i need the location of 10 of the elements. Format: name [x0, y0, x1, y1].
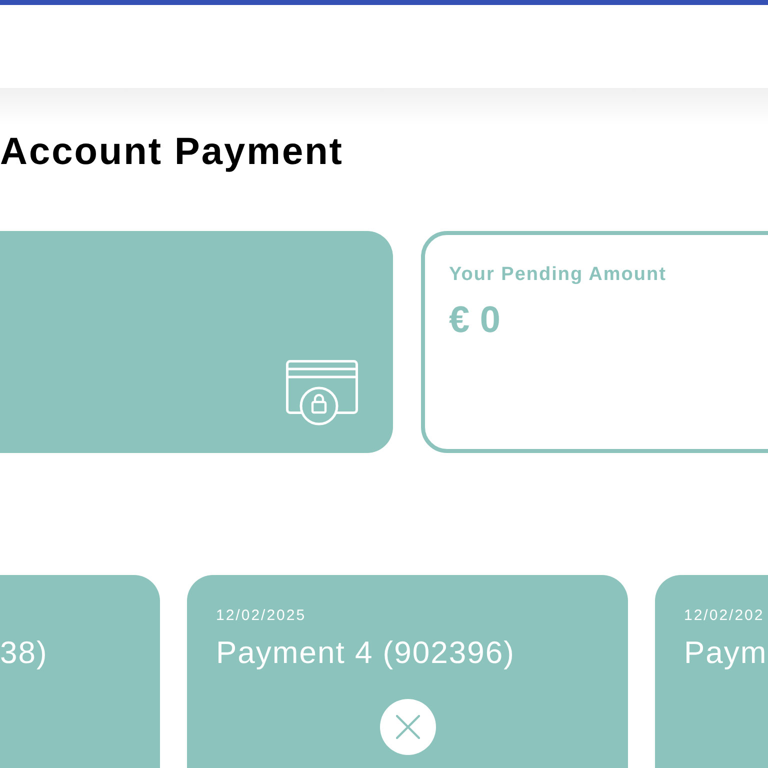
- payment-date: 12/02/202: [684, 607, 764, 625]
- payment-title: 38): [0, 634, 48, 672]
- payment-date: 12/02/2025: [216, 607, 306, 625]
- card-lock-icon: [286, 360, 358, 426]
- page-title: Account Payment: [0, 130, 344, 174]
- payment-title: Payment 4 (902396): [216, 634, 515, 672]
- pending-amount-label: Your Pending Amount: [449, 263, 666, 286]
- payment-title: Paym: [684, 634, 768, 672]
- pending-amount-value: € 0: [449, 298, 500, 342]
- close-icon: [396, 715, 420, 739]
